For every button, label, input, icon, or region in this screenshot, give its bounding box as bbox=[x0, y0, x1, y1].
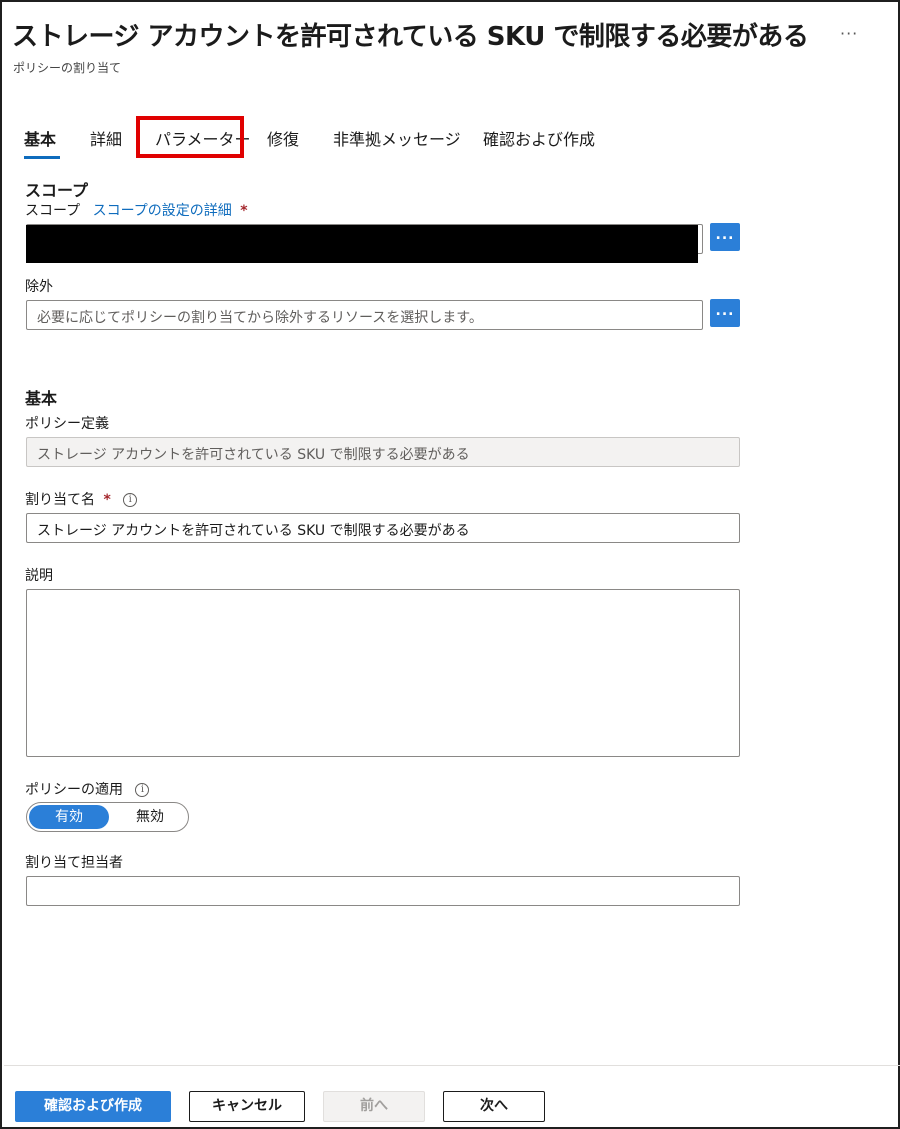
tab-review-create[interactable]: 確認および作成 bbox=[483, 126, 595, 150]
footer-divider bbox=[4, 1065, 900, 1066]
info-icon[interactable]: i bbox=[123, 493, 138, 507]
scope-label: スコープ bbox=[25, 203, 81, 219]
enforcement-label: ポリシーの適用 bbox=[25, 782, 123, 798]
enforcement-toggle: 有効 無効 bbox=[26, 802, 189, 832]
previous-button[interactable]: 前へ bbox=[323, 1091, 425, 1122]
next-button[interactable]: 次へ bbox=[443, 1091, 545, 1122]
assignment-name-input[interactable]: ストレージ アカウントを許可されている SKU で制限する必要がある bbox=[26, 513, 740, 543]
assigned-by-label: 割り当て担当者 bbox=[25, 855, 123, 871]
enforcement-enabled-option[interactable]: 有効 bbox=[29, 805, 109, 829]
scope-required-mark: * bbox=[240, 203, 248, 219]
tab-remediation[interactable]: 修復 bbox=[267, 126, 299, 150]
policy-assignment-window: ストレージ アカウントを許可されている SKU で制限する必要がある ポリシーの… bbox=[0, 0, 900, 1129]
review-create-button[interactable]: 確認および作成 bbox=[15, 1091, 171, 1122]
basics-section-title: 基本 bbox=[25, 389, 58, 408]
enforcement-disabled-option[interactable]: 無効 bbox=[113, 805, 187, 829]
policy-definition-label: ポリシー定義 bbox=[25, 416, 109, 432]
more-options-icon[interactable]: ··· bbox=[840, 24, 858, 43]
tab-basics[interactable]: 基本 bbox=[24, 126, 56, 150]
description-label: 説明 bbox=[25, 568, 53, 584]
scope-learn-more-link[interactable]: スコープの設定の詳細 bbox=[93, 203, 232, 219]
page-subtitle: ポリシーの割り当て bbox=[13, 61, 122, 75]
redacted-scope-value bbox=[26, 225, 698, 263]
scope-section-title: スコープ bbox=[25, 181, 89, 200]
scope-browse-button[interactable]: ... bbox=[710, 223, 740, 251]
tab-advanced[interactable]: 詳細 bbox=[90, 126, 122, 150]
assignment-name-required-mark: * bbox=[103, 492, 111, 508]
enforcement-label-row: ポリシーの適用 i bbox=[25, 779, 150, 799]
info-icon[interactable]: i bbox=[135, 783, 150, 797]
exclusion-input[interactable]: 必要に応じてポリシーの割り当てから除外するリソースを選択します。 bbox=[26, 300, 703, 330]
assignment-name-label: 割り当て名 bbox=[25, 492, 95, 508]
policy-definition-field: ストレージ アカウントを許可されている SKU で制限する必要がある bbox=[26, 437, 740, 467]
exclusion-browse-button[interactable]: ... bbox=[710, 299, 740, 327]
scope-label-row: スコープ スコープの設定の詳細 * bbox=[25, 200, 248, 220]
tab-non-compliance-messages[interactable]: 非準拠メッセージ bbox=[333, 126, 461, 150]
page-title: ストレージ アカウントを許可されている SKU で制限する必要がある bbox=[12, 22, 809, 52]
cancel-button[interactable]: キャンセル bbox=[189, 1091, 305, 1122]
parameters-tab-highlight bbox=[136, 116, 244, 158]
description-textarea[interactable] bbox=[26, 589, 740, 757]
assignment-name-label-row: 割り当て名 * i bbox=[25, 489, 138, 509]
exclusion-label: 除外 bbox=[25, 279, 53, 295]
assigned-by-input[interactable] bbox=[26, 876, 740, 906]
active-tab-indicator bbox=[24, 156, 60, 159]
